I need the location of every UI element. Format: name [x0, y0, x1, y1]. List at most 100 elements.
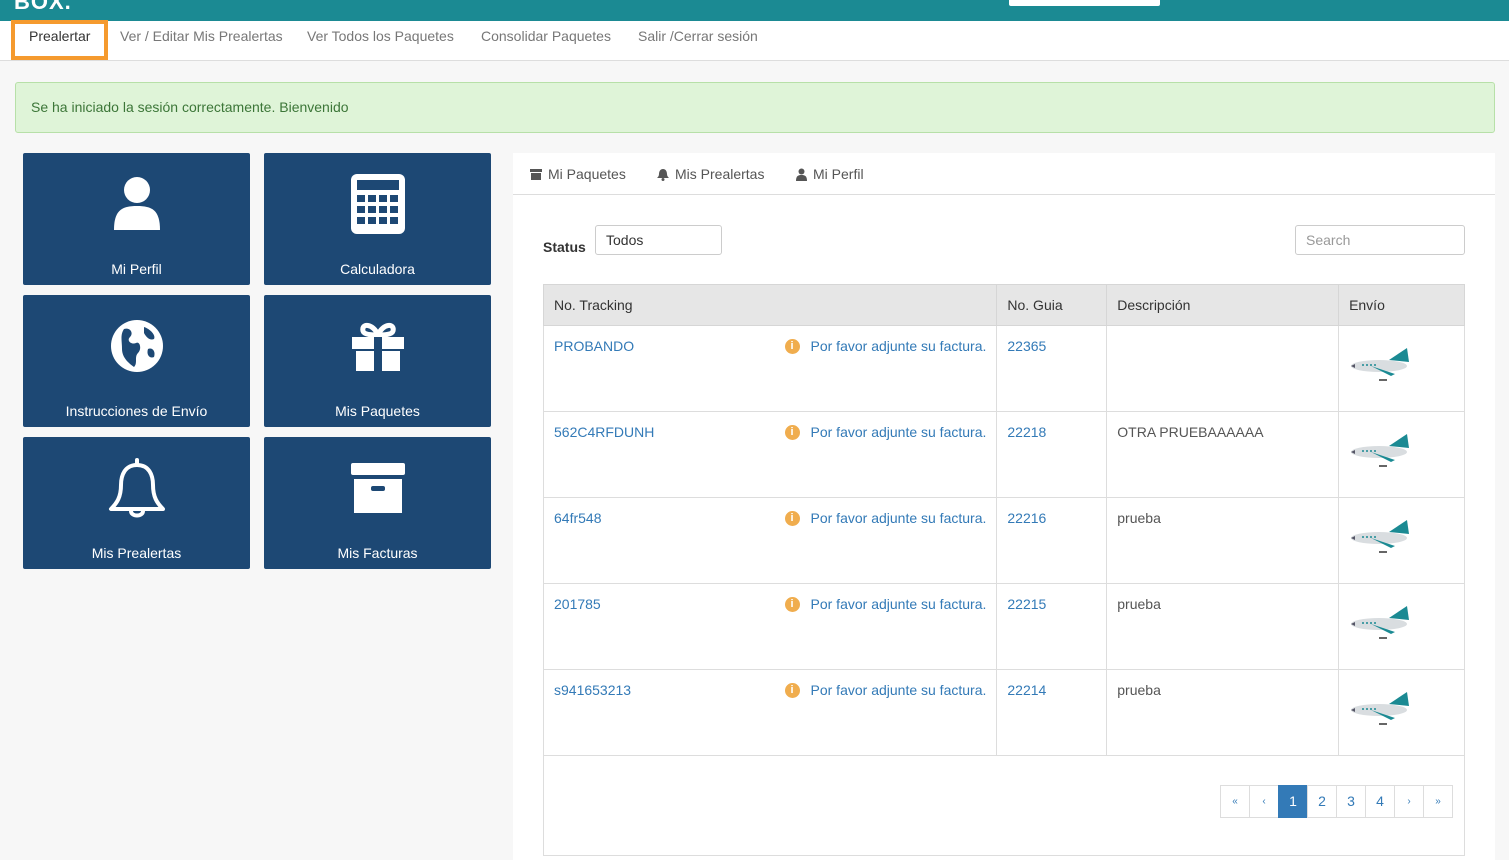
cell-envio — [1338, 583, 1465, 670]
guia-link[interactable]: 22216 — [1007, 510, 1046, 526]
page-prev[interactable]: ‹ — [1249, 785, 1279, 818]
cell-guia: 22216 — [996, 497, 1108, 584]
nav-consolidar-paquetes[interactable]: Consolidar Paquetes — [481, 21, 611, 61]
page-3[interactable]: 3 — [1336, 785, 1366, 818]
header-tracking[interactable]: No. Tracking — [542, 284, 998, 326]
tracking-link[interactable]: 562C4RFDUNH — [554, 424, 654, 440]
cell-tracking: 64fr548 i Por favor adjunte su factura. — [542, 497, 998, 584]
invoice-warning[interactable]: i Por favor adjunte su factura. — [784, 424, 987, 440]
airplane-icon — [1349, 346, 1411, 389]
cell-guia: 22215 — [996, 583, 1108, 670]
table-row: 562C4RFDUNH i Por favor adjunte su factura… — [542, 411, 1465, 498]
tab-mis-prealertas[interactable]: Mis Prealertas — [657, 166, 764, 182]
header-envio[interactable]: Envío — [1338, 284, 1465, 326]
status-label: Status — [543, 239, 586, 255]
table-footer: « ‹ 1 2 3 4 › » — [543, 755, 1465, 856]
search-input[interactable] — [1295, 225, 1465, 255]
invoice-warning[interactable]: i Por favor adjunte su factura. — [784, 596, 987, 612]
guia-link[interactable]: 22365 — [1007, 338, 1046, 354]
main-navbar: Prealertar Ver / Editar Mis Prealertas V… — [0, 20, 1509, 61]
tile-label: Calculadora — [340, 261, 415, 277]
header-guia[interactable]: No. Guia — [996, 284, 1108, 326]
pagination: « ‹ 1 2 3 4 › » — [1220, 785, 1453, 818]
info-icon: i — [784, 596, 800, 612]
cell-envio — [1338, 669, 1465, 756]
cell-envio — [1338, 497, 1465, 584]
archive-icon — [264, 455, 491, 521]
nav-cerrar-sesion[interactable]: Salir /Cerrar sesión — [638, 21, 758, 61]
cell-guia: 22214 — [996, 669, 1108, 756]
packages-panel: Mi Paquetes Mis Prealertas Mi Perfil Sta… — [513, 153, 1495, 860]
guia-link[interactable]: 22214 — [1007, 682, 1046, 698]
page-first[interactable]: « — [1220, 785, 1250, 818]
bell-icon — [23, 455, 250, 521]
tracking-link[interactable]: s941653213 — [554, 682, 631, 698]
cell-descripcion: OTRA PRUEBAAAAAA — [1106, 411, 1340, 498]
cell-tracking: s941653213 i Por favor adjunte su factura. — [542, 669, 998, 756]
nav-ver-editar-prealertas[interactable]: Ver / Editar Mis Prealertas — [120, 21, 283, 61]
tile-mis-paquetes[interactable]: Mis Paquetes — [264, 295, 491, 427]
cell-envio — [1338, 325, 1465, 412]
airplane-icon — [1349, 690, 1411, 733]
page-2[interactable]: 2 — [1307, 785, 1337, 818]
tracking-link[interactable]: 64fr548 — [554, 510, 601, 526]
header-descripcion[interactable]: Descripción — [1106, 284, 1340, 326]
invoice-warning[interactable]: i Por favor adjunte su factura. — [784, 682, 987, 698]
nav-prealertar[interactable]: Prealertar — [11, 20, 109, 60]
brand-logo[interactable]: BOX. — [14, 0, 72, 15]
bell-icon — [657, 168, 669, 181]
airplane-icon — [1349, 518, 1411, 561]
tab-mi-paquetes[interactable]: Mi Paquetes — [530, 166, 626, 182]
table-row: s941653213 i Por favor adjunte su factura.… — [542, 669, 1465, 756]
guia-link[interactable]: 22215 — [1007, 596, 1046, 612]
invoice-warning[interactable]: i Por favor adjunte su factura. — [784, 510, 987, 526]
top-bar: BOX. — [0, 0, 1509, 21]
archive-icon — [530, 168, 542, 180]
tracking-link[interactable]: 201785 — [554, 596, 601, 612]
packages-table: No. Tracking No. Guia Descripción Envío … — [542, 284, 1465, 756]
invoice-warning-text: Por favor adjunte su factura. — [810, 596, 987, 612]
cell-tracking: 562C4RFDUNH i Por favor adjunte su factura… — [542, 411, 998, 498]
status-select[interactable]: Todos — [595, 225, 722, 255]
table-row: PROBANDO i Por favor adjunte su factura. 22… — [542, 325, 1465, 412]
user-icon — [796, 168, 807, 181]
tile-mi-perfil[interactable]: Mi Perfil — [23, 153, 250, 285]
cell-guia: 22365 — [996, 325, 1108, 412]
calculator-icon — [264, 171, 491, 237]
cell-guia: 22218 — [996, 411, 1108, 498]
info-icon: i — [784, 424, 800, 440]
invoice-warning[interactable]: i Por favor adjunte su factura. — [784, 338, 986, 354]
cell-tracking: 201785 i Por favor adjunte su factura. — [542, 583, 998, 670]
page-4[interactable]: 4 — [1365, 785, 1395, 818]
tile-label: Mi Perfil — [111, 261, 162, 277]
tab-label: Mi Perfil — [813, 166, 864, 182]
tab-mi-perfil[interactable]: Mi Perfil — [796, 166, 864, 182]
success-alert: Se ha iniciado la sesión correctamente. … — [15, 82, 1495, 133]
tracking-link[interactable]: PROBANDO — [554, 338, 634, 354]
globe-icon — [23, 313, 250, 379]
invoice-warning-text: Por favor adjunte su factura. — [810, 682, 987, 698]
tile-calculadora[interactable]: Calculadora — [264, 153, 491, 285]
table-row: 201785 i Por favor adjunte su factura. 2221… — [542, 583, 1465, 670]
tile-label: Instrucciones de Envío — [65, 403, 208, 419]
airplane-icon — [1349, 432, 1411, 475]
tab-label: Mis Prealertas — [675, 166, 765, 182]
table-row: 64fr548 i Por favor adjunte su factura. 222… — [542, 497, 1465, 584]
page-last[interactable]: » — [1423, 785, 1453, 818]
page-1[interactable]: 1 — [1278, 785, 1308, 818]
top-search-input[interactable] — [1009, 0, 1160, 6]
cell-descripcion — [1106, 325, 1340, 412]
guia-link[interactable]: 22218 — [1007, 424, 1046, 440]
tile-mis-prealertas[interactable]: Mis Prealertas — [23, 437, 250, 569]
nav-ver-todos-paquetes[interactable]: Ver Todos los Paquetes — [307, 21, 454, 61]
page-next[interactable]: › — [1394, 785, 1424, 818]
invoice-warning-text: Por favor adjunte su factura. — [810, 424, 987, 440]
panel-tabs: Mi Paquetes Mis Prealertas Mi Perfil — [513, 153, 1495, 195]
tile-mis-facturas[interactable]: Mis Facturas — [264, 437, 491, 569]
tile-instrucciones-envio[interactable]: Instrucciones de Envío — [23, 295, 250, 427]
invoice-warning-text: Por favor adjunte su factura. — [810, 510, 987, 526]
cell-descripcion: prueba — [1106, 497, 1340, 584]
cell-envio — [1338, 411, 1465, 498]
gift-icon — [264, 313, 491, 379]
cell-tracking: PROBANDO i Por favor adjunte su factura. — [542, 325, 998, 412]
